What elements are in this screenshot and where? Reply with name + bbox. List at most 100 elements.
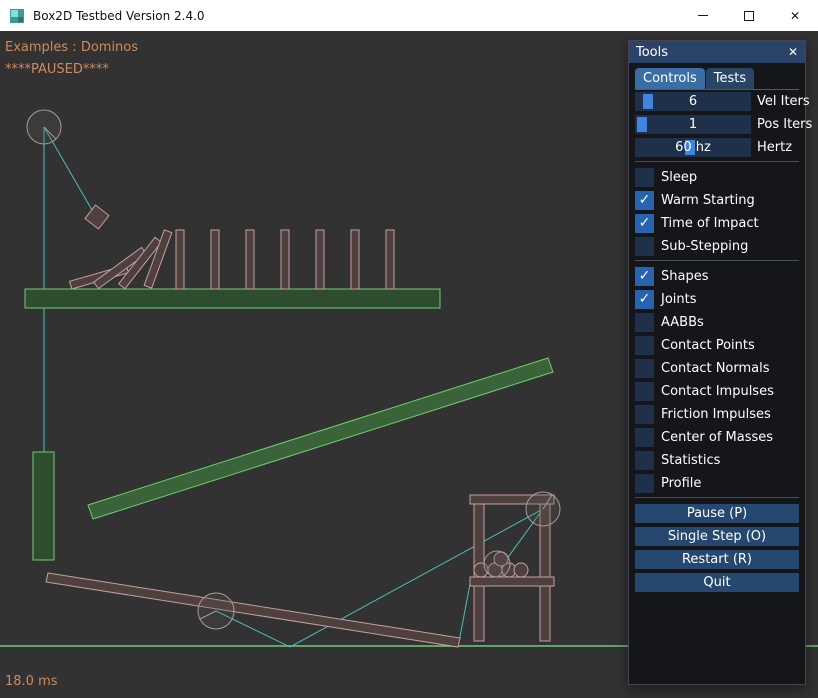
domino-platform <box>25 289 440 308</box>
maximize-icon <box>744 11 754 21</box>
minimize-button[interactable] <box>680 0 726 31</box>
checkbox-label: AABBs <box>661 313 704 332</box>
restart-button[interactable]: Restart (R) <box>635 550 799 569</box>
tools-close-icon[interactable]: ✕ <box>788 45 798 59</box>
checkbox-label: Sub-Stepping <box>661 237 748 256</box>
domino <box>211 230 219 289</box>
vertical-plank <box>33 452 54 560</box>
checkbox-profile[interactable]: ✓ Profile <box>635 474 799 493</box>
checkbox-box[interactable]: ✓ <box>635 382 654 401</box>
tools-panel-titlebar[interactable]: Tools ✕ <box>629 41 805 63</box>
single-step-button[interactable]: Single Step (O) <box>635 527 799 546</box>
tools-tabbar: Controls Tests <box>635 68 799 90</box>
domino <box>246 230 254 289</box>
window-titlebar: Box2D Testbed Version 2.4.0 ✕ <box>0 0 818 31</box>
checkbox-aabbs[interactable]: ✓ AABBs <box>635 313 799 332</box>
frame-mid-bar <box>470 577 554 586</box>
slider-value: 6 <box>635 92 751 111</box>
slider-label: Hertz <box>757 138 792 157</box>
tab-tests[interactable]: Tests <box>706 68 754 89</box>
checkbox-box[interactable]: ✓ <box>635 336 654 355</box>
checkbox-label: Contact Points <box>661 336 755 355</box>
slider-row-pos-iters: 1 Pos Iters <box>635 115 799 134</box>
checkbox-label: Shapes <box>661 267 708 286</box>
checkbox-label: Friction Impulses <box>661 405 771 424</box>
app-icon <box>9 8 25 24</box>
separator <box>635 497 799 498</box>
slider-row-hertz: 60 hz Hertz <box>635 138 799 157</box>
slider-label: Vel Iters <box>757 92 810 111</box>
tab-controls[interactable]: Controls <box>635 68 705 89</box>
checkbox-sub-stepping[interactable]: ✓ Sub-Stepping <box>635 237 799 256</box>
checkbox-label: Center of Masses <box>661 428 773 447</box>
checkbox-label: Contact Normals <box>661 359 770 378</box>
check-icon: ✓ <box>635 191 654 210</box>
checkbox-shapes[interactable]: ✓ Shapes <box>635 267 799 286</box>
domino <box>316 230 324 289</box>
checkbox-contact-normals[interactable]: ✓ Contact Normals <box>635 359 799 378</box>
checkbox-time-of-impact[interactable]: ✓ Time of Impact <box>635 214 799 233</box>
checkbox-contact-points[interactable]: ✓ Contact Points <box>635 336 799 355</box>
checkbox-label: Warm Starting <box>661 191 755 210</box>
domino <box>386 230 394 289</box>
small-ball <box>514 563 528 577</box>
tools-content: 6 Vel Iters 1 Pos Iters 60 hz Hertz ✓ Sl… <box>629 90 805 592</box>
tools-panel-title: Tools <box>636 45 668 60</box>
checkbox-box[interactable]: ✓ <box>635 359 654 378</box>
checkbox-box[interactable]: ✓ <box>635 474 654 493</box>
check-icon: ✓ <box>635 267 654 286</box>
checkbox-box[interactable]: ✓ <box>635 214 654 233</box>
checkbox-box[interactable]: ✓ <box>635 313 654 332</box>
pos-iters-slider[interactable]: 1 <box>635 115 751 134</box>
example-label: Examples : Dominos <box>5 40 138 55</box>
close-button[interactable]: ✕ <box>772 0 818 31</box>
checkbox-statistics[interactable]: ✓ Statistics <box>635 451 799 470</box>
checkbox-box[interactable]: ✓ <box>635 428 654 447</box>
rope-frame-drop <box>459 584 470 642</box>
maximize-button[interactable] <box>726 0 772 31</box>
checkbox-box[interactable]: ✓ <box>635 290 654 309</box>
checkbox-warm-starting[interactable]: ✓ Warm Starting <box>635 191 799 210</box>
close-icon: ✕ <box>790 9 800 23</box>
domino <box>351 230 359 289</box>
checkbox-label: Statistics <box>661 451 720 470</box>
checkbox-friction-impulses[interactable]: ✓ Friction Impulses <box>635 405 799 424</box>
frame-time-label: 18.0 ms <box>5 674 58 689</box>
separator <box>635 260 799 261</box>
checkbox-box[interactable]: ✓ <box>635 405 654 424</box>
checkbox-joints[interactable]: ✓ Joints <box>635 290 799 309</box>
slider-row-vel-iters: 6 Vel Iters <box>635 92 799 111</box>
caption-buttons: ✕ <box>680 0 818 31</box>
checkbox-label: Contact Impulses <box>661 382 774 401</box>
checkbox-label: Time of Impact <box>661 214 759 233</box>
slider-value: 60 hz <box>635 138 751 157</box>
quit-button[interactable]: Quit <box>635 573 799 592</box>
checkbox-box[interactable]: ✓ <box>635 191 654 210</box>
slider-label: Pos Iters <box>757 115 812 134</box>
bottom-plank <box>46 573 460 647</box>
checkbox-contact-impulses[interactable]: ✓ Contact Impulses <box>635 382 799 401</box>
checkbox-sleep[interactable]: ✓ Sleep <box>635 168 799 187</box>
minimize-icon <box>698 15 708 16</box>
swinging-box <box>85 205 109 229</box>
tools-panel: Tools ✕ Controls Tests 6 Vel Iters 1 Pos… <box>628 40 806 685</box>
checkbox-box[interactable]: ✓ <box>635 168 654 187</box>
checkbox-label: Sleep <box>661 168 697 187</box>
pause-button[interactable]: Pause (P) <box>635 504 799 523</box>
slider-value: 1 <box>635 115 751 134</box>
vel-iters-slider[interactable]: 6 <box>635 92 751 111</box>
checkbox-box[interactable]: ✓ <box>635 451 654 470</box>
domino <box>176 230 184 289</box>
domino <box>281 230 289 289</box>
checkbox-center-of-masses[interactable]: ✓ Center of Masses <box>635 428 799 447</box>
checkbox-box[interactable]: ✓ <box>635 237 654 256</box>
hertz-slider[interactable]: 60 hz <box>635 138 751 157</box>
check-icon: ✓ <box>635 214 654 233</box>
medium-ball <box>484 551 510 577</box>
checkbox-box[interactable]: ✓ <box>635 267 654 286</box>
check-icon: ✓ <box>635 290 654 309</box>
checkbox-label: Joints <box>661 290 697 309</box>
window-title: Box2D Testbed Version 2.4.0 <box>33 9 205 23</box>
paused-label: ****PAUSED**** <box>5 62 109 77</box>
separator <box>635 161 799 162</box>
